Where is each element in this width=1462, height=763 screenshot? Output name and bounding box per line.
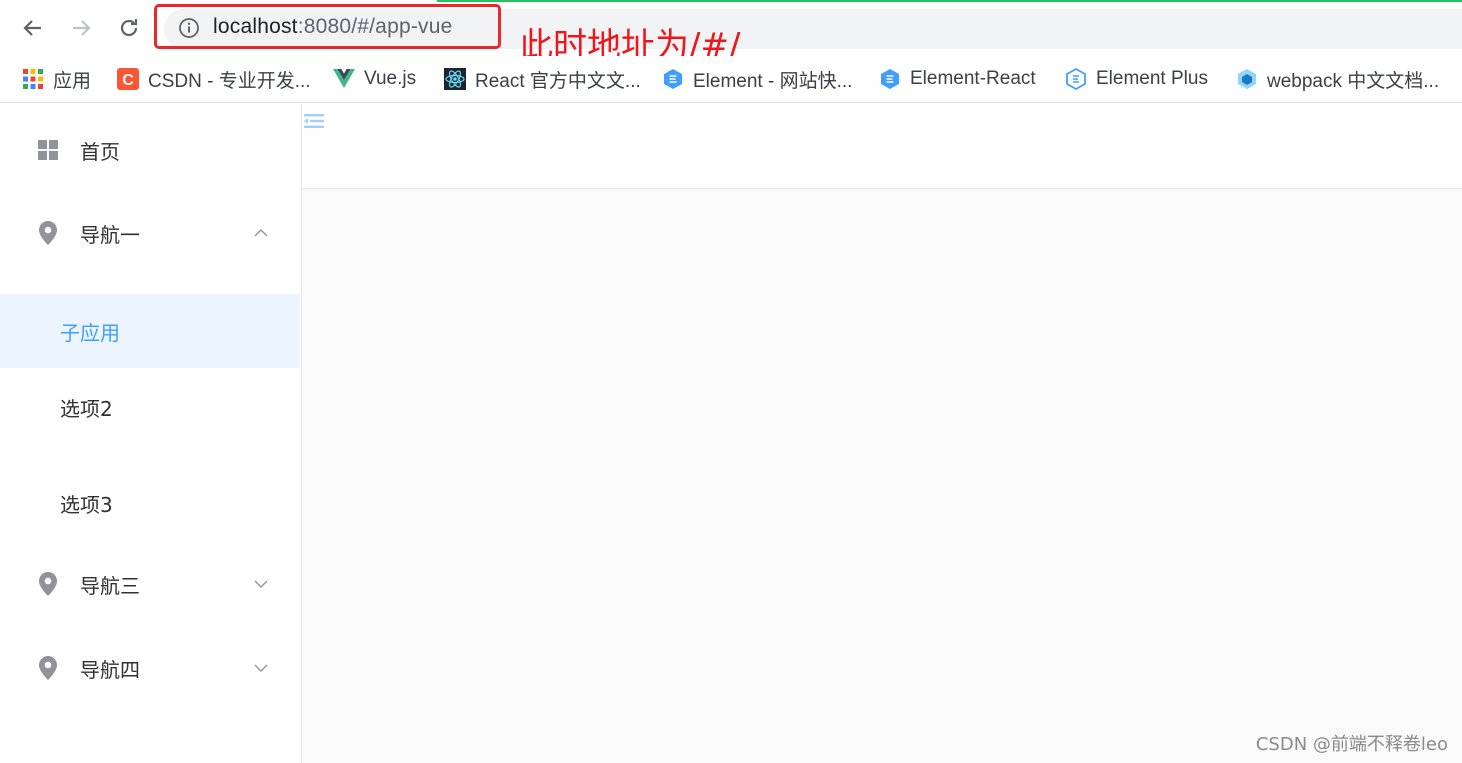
bookmark-element[interactable]: Element - 网站快... (662, 64, 852, 94)
bookmark-label: Element - 网站快... (693, 70, 853, 92)
page-load-progress (437, 0, 1462, 2)
bookmark-label: 应用 (53, 70, 92, 92)
grid-icon (37, 139, 59, 161)
bookmark-react[interactable]: React 官方中文文... (444, 64, 641, 94)
menu-item-nav3[interactable]: 导航三 (0, 556, 300, 612)
forward-button[interactable] (67, 14, 95, 42)
bookmark-element-react[interactable]: Element-React (879, 64, 1036, 94)
arrow-right-icon (73, 20, 91, 36)
element-icon (662, 68, 684, 90)
watermark: CSDN @前端不释卷leo (1255, 734, 1448, 755)
location-icon (37, 656, 59, 680)
menu-item-nav1[interactable]: 导航一 (0, 205, 300, 261)
menu-label: 首页 (80, 139, 120, 164)
submenu-label: 选项2 (60, 396, 113, 421)
submenu-item-option3[interactable]: 选项3 (0, 466, 300, 540)
reload-icon (120, 19, 138, 37)
back-button[interactable] (19, 14, 47, 42)
bookmark-label: Vue.js (364, 68, 417, 89)
chevron-down-icon (254, 664, 268, 672)
url-highlight-box (154, 4, 501, 49)
chevron-down-icon (254, 580, 268, 588)
bookmark-label: React 官方中文文... (475, 70, 641, 92)
submenu-label: 子应用 (60, 320, 120, 345)
vue-icon (333, 68, 355, 90)
apps-grid-icon (22, 68, 44, 90)
arrow-left-icon (23, 20, 41, 36)
main-body (302, 189, 1462, 763)
bookmark-vue[interactable]: Vue.js (333, 64, 416, 94)
location-icon (37, 572, 59, 596)
bookmark-apps[interactable]: 应用 (22, 64, 91, 94)
page-content: 首页 导航一 子应用 选项2 选项3 导航三 导航四 (0, 104, 1462, 763)
bookmark-csdn[interactable]: C CSDN - 专业开发... (117, 64, 311, 94)
menu-item-home[interactable]: 首页 (0, 122, 300, 178)
element-icon (879, 68, 901, 90)
menu-fold-icon[interactable] (304, 113, 324, 129)
submenu-label: 选项3 (60, 492, 113, 517)
bookmark-label: Element Plus (1096, 68, 1208, 89)
submenu-item-option2[interactable]: 选项2 (0, 370, 300, 444)
csdn-icon: C (117, 68, 139, 90)
bookmark-label: webpack 中文文档... (1267, 70, 1440, 92)
menu-label: 导航三 (80, 573, 140, 598)
location-icon (37, 221, 59, 245)
browser-toolbar: localhost:8080/#/app-vue 此时地址为/#/ (0, 0, 1462, 66)
bookmark-webpack[interactable]: webpack 中文文档... (1236, 64, 1439, 94)
bookmark-label: CSDN - 专业开发... (148, 70, 311, 92)
bookmark-element-plus[interactable]: Element Plus (1065, 64, 1208, 94)
react-icon (444, 68, 466, 90)
main-header (302, 104, 1462, 189)
bookmarks-bar: 应用 C CSDN - 专业开发... Vue.js React 官方中文文..… (0, 56, 1462, 103)
menu-item-nav4[interactable]: 导航四 (0, 640, 300, 696)
chevron-up-icon (254, 229, 268, 237)
svg-text:C: C (122, 72, 134, 89)
menu-label: 导航一 (80, 222, 140, 247)
reload-button[interactable] (115, 14, 143, 42)
submenu-item-app[interactable]: 子应用 (0, 294, 300, 368)
menu-label: 导航四 (80, 657, 140, 682)
webpack-icon (1236, 68, 1258, 90)
bookmark-label: Element-React (910, 68, 1036, 89)
sidebar-menu: 首页 导航一 子应用 选项2 选项3 导航三 导航四 (0, 104, 302, 763)
element-plus-icon (1065, 68, 1087, 90)
